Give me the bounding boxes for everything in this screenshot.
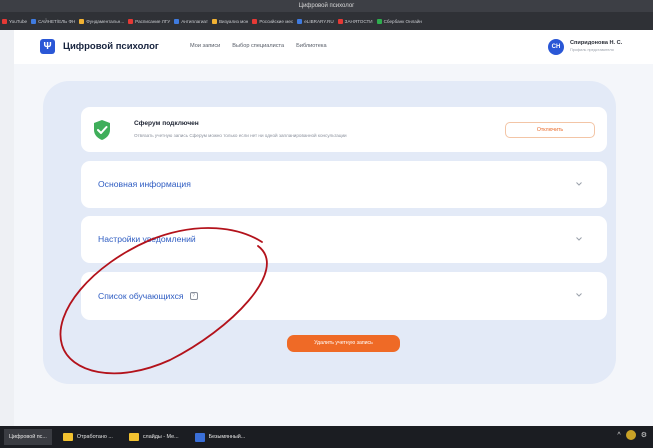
bookmark-label: ЗАНЯТОСТИ bbox=[344, 18, 373, 24]
chevron-down-icon[interactable] bbox=[575, 180, 583, 188]
bookmark-label: Сбербанк Онлайн bbox=[383, 18, 422, 24]
bookmark-label: САЙНЕТ/ЕЛЬ ФН bbox=[38, 18, 76, 24]
logo-icon[interactable]: Ψ bbox=[40, 39, 55, 54]
section-title-row: Список обучающихся ? bbox=[98, 291, 198, 301]
bookmark-item[interactable]: Расписание ЛГУ bbox=[128, 18, 171, 24]
bookmark-item[interactable]: ЗАНЯТОСТИ bbox=[337, 18, 373, 24]
browser-title-bar: Цифровой психолог bbox=[0, 0, 653, 12]
section-title: Список обучающихся bbox=[98, 291, 184, 301]
bookmark-label: Антиплагиат bbox=[181, 18, 208, 24]
main-nav: Мои записи Выбор специалиста Библиотека bbox=[190, 43, 327, 49]
section-basic-info[interactable]: Основная информация bbox=[81, 161, 607, 208]
sferum-description: Отвязать учетную запись Сферум можно тол… bbox=[134, 133, 347, 138]
taskbar-item-browser[interactable]: Цифровой пс... bbox=[4, 429, 52, 445]
user-role: Профиль представителя bbox=[570, 48, 614, 52]
tray-app-icon[interactable] bbox=[625, 430, 636, 440]
bookmark-label: eLIBRARY.RU bbox=[304, 18, 334, 24]
bookmarks-bar: YouTube САЙНЕТ/ЕЛЬ ФН Фундаментальн... Расп… bbox=[0, 12, 653, 30]
taskbar-item-label: Отработано ... bbox=[76, 434, 113, 440]
taskbar-item-label: слайды - Ме... bbox=[142, 434, 179, 440]
section-notification-settings[interactable]: Настройки уведомлений bbox=[81, 216, 607, 263]
taskbar-item-folder-1[interactable]: Отработано ... bbox=[58, 429, 118, 445]
bookmark-item[interactable]: Российские мес bbox=[252, 18, 294, 24]
bookmark-favicon-icon bbox=[211, 18, 217, 24]
disconnect-button[interactable]: Отключить bbox=[505, 122, 595, 138]
bookmark-favicon-icon bbox=[252, 18, 258, 24]
bookmark-label: Расписание ЛГУ bbox=[135, 18, 171, 24]
nav-item-choose-specialist[interactable]: Выбор специалиста bbox=[232, 43, 284, 49]
bookmark-item[interactable]: Визуализ мон bbox=[211, 18, 249, 24]
chevron-down-icon[interactable] bbox=[575, 291, 583, 299]
bookmark-label: YouTube bbox=[9, 18, 28, 24]
taskbar-item-label: Безымянный... bbox=[208, 434, 246, 440]
section-title: Настройки уведомлений bbox=[98, 234, 196, 244]
system-tray: ^ ⚙ bbox=[617, 430, 647, 440]
chevron-down-icon[interactable] bbox=[575, 235, 583, 243]
shield-check-icon bbox=[94, 120, 110, 140]
bookmark-item[interactable]: Фундаментальн... bbox=[79, 18, 125, 24]
bookmark-label: Фундаментальн... bbox=[86, 18, 125, 24]
bookmark-item[interactable]: САЙНЕТ/ЕЛЬ ФН bbox=[31, 18, 76, 24]
chevron-up-icon[interactable]: ^ bbox=[617, 432, 620, 439]
window-title: Цифровой психолог bbox=[298, 3, 355, 9]
bookmark-label: Российские мес bbox=[259, 18, 294, 24]
bookmark-item[interactable]: YouTube bbox=[2, 18, 28, 24]
sferum-card: Сферум подключен Отвязать учетную запись… bbox=[81, 107, 607, 152]
section-title: Основная информация bbox=[98, 179, 191, 189]
bookmark-favicon-icon bbox=[174, 18, 180, 24]
bookmark-favicon-icon bbox=[128, 18, 134, 24]
bookmark-favicon-icon bbox=[2, 18, 7, 24]
help-icon[interactable]: ? bbox=[189, 292, 198, 300]
screen: Цифровой психолог YouTube САЙНЕТ/ЕЛЬ ФН Фу… bbox=[0, 0, 653, 448]
folder-icon bbox=[128, 433, 139, 441]
user-name[interactable]: Спиридонова Н. С. bbox=[570, 40, 622, 46]
bookmark-favicon-icon bbox=[297, 18, 303, 24]
folder-icon bbox=[62, 433, 73, 441]
bookmark-favicon-icon bbox=[337, 18, 343, 24]
bookmark-favicon-icon bbox=[79, 18, 85, 24]
delete-account-button[interactable]: Удалить учетную запись bbox=[287, 335, 400, 352]
paint-icon bbox=[194, 432, 205, 442]
site-header: Ψ Цифровой психолог Мои записи Выбор спе… bbox=[14, 30, 653, 64]
nav-item-my-records[interactable]: Мои записи bbox=[190, 43, 220, 49]
nav-item-library[interactable]: Библиотека bbox=[296, 43, 326, 49]
taskbar: Цифровой пс... Отработано ... слайды - М… bbox=[0, 426, 653, 448]
bookmark-label: Визуализ мон bbox=[218, 18, 249, 24]
bookmark-item[interactable]: Сбербанк Онлайн bbox=[376, 18, 422, 24]
brand-title[interactable]: Цифровой психолог bbox=[63, 41, 159, 52]
settings-icon[interactable]: ⚙ bbox=[641, 431, 647, 439]
bookmark-favicon-icon bbox=[31, 18, 37, 24]
taskbar-item-label: Цифровой пс... bbox=[9, 434, 47, 440]
avatar[interactable]: СН bbox=[548, 39, 564, 55]
bookmark-item[interactable]: Антиплагиат bbox=[174, 18, 208, 24]
section-student-list[interactable]: Список обучающихся ? bbox=[81, 272, 607, 320]
taskbar-item-paint[interactable]: Безымянный... bbox=[190, 429, 251, 445]
bookmark-favicon-icon bbox=[376, 18, 382, 24]
bookmark-item[interactable]: eLIBRARY.RU bbox=[297, 18, 334, 24]
sferum-status-title: Сферум подключен bbox=[134, 120, 199, 127]
taskbar-item-folder-2[interactable]: слайды - Ме... bbox=[124, 429, 184, 445]
